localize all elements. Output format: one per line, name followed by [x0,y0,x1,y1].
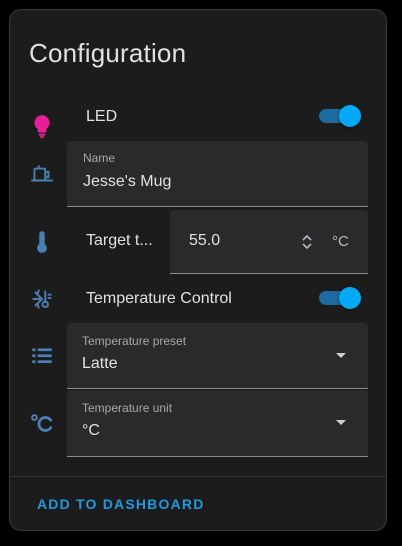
add-to-dashboard-button[interactable]: ADD TO DASHBOARD [37,496,205,512]
temp-control-label: Temperature Control [86,290,232,307]
chevron-down-icon [336,353,346,358]
temp-preset-select[interactable]: Temperature preset Latte [67,323,368,389]
target-temp-label: Target t... [86,232,153,249]
temp-unit-label: Temperature unit [82,401,173,415]
configuration-card: Configuration LED Name Jesse's Mug Targe… [9,9,387,531]
target-temp-value: 55.0 [189,232,221,249]
mug-icon [28,160,56,188]
footer-divider [10,476,386,477]
celsius-icon [28,410,56,438]
snowflake-thermometer-icon [28,285,56,313]
temp-preset-label: Temperature preset [82,334,187,348]
temp-unit-select[interactable]: Temperature unit °C [67,390,368,457]
name-field-value: Jesse's Mug [83,173,172,190]
target-temp-unit: °C [332,233,349,250]
temp-control-toggle-thumb [339,287,361,309]
thermometer-icon [28,228,56,256]
list-icon [28,342,56,370]
chevron-down-icon [336,420,346,425]
temp-preset-value: Latte [82,355,118,372]
temp-control-toggle[interactable] [319,287,363,309]
led-label: LED [86,108,118,125]
target-temp-input[interactable]: 55.0 °C [170,210,368,274]
lightbulb-icon [28,112,56,140]
name-field[interactable]: Name Jesse's Mug [67,141,368,207]
card-title: Configuration [29,38,187,68]
name-field-label: Name [83,151,116,165]
led-toggle[interactable] [319,105,363,127]
stepper-icon[interactable] [298,230,316,254]
temp-unit-value: °C [82,422,100,439]
led-toggle-thumb [339,105,361,127]
